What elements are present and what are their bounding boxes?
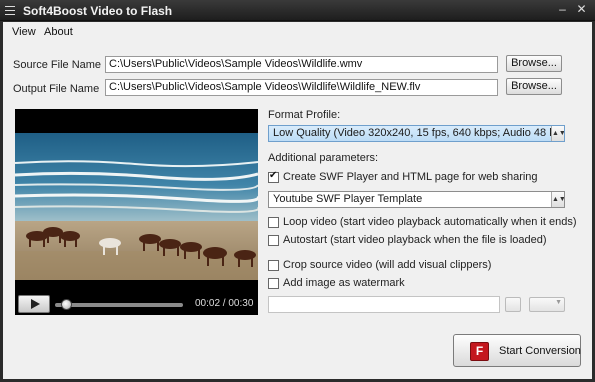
- source-file-label: Source File Name: [13, 59, 102, 71]
- output-file-field[interactable]: C:\Users\Public\Videos\Sample Videos\Wil…: [105, 79, 498, 96]
- seek-bar[interactable]: [55, 303, 183, 307]
- autostart-label: Autostart (start video playback when the…: [283, 234, 547, 246]
- watermark-label: Add image as watermark: [283, 277, 405, 289]
- chevron-down-icon: ▼: [555, 299, 562, 306]
- close-icon[interactable]: ✕: [575, 3, 588, 16]
- additional-parameters-label: Additional parameters:: [268, 152, 379, 164]
- video-player: 00:02 / 00:30: [15, 109, 258, 315]
- title-bar: Soft4Boost Video to Flash – ✕: [0, 0, 595, 21]
- seek-handle[interactable]: [60, 299, 72, 310]
- playback-time: 00:02 / 00:30: [195, 298, 254, 309]
- format-profile-label: Format Profile:: [268, 109, 341, 121]
- main-window: View About Source File Name C:\Users\Pub…: [3, 22, 592, 379]
- crop-video-label: Crop source video (will add visual clipp…: [283, 259, 492, 271]
- video-preview: [15, 133, 258, 280]
- format-profile-value: Low Quality (Video 320x240, 15 fps, 640 …: [273, 127, 565, 139]
- player-template-value: Youtube SWF Player Template: [273, 193, 423, 205]
- watermark-browse-button[interactable]: [505, 297, 521, 312]
- chevron-down-icon: ▲▼: [551, 126, 564, 141]
- source-file-field[interactable]: C:\Users\Public\Videos\Sample Videos\Wil…: [105, 56, 498, 73]
- flash-icon: F: [470, 342, 489, 361]
- chevron-down-icon: ▲▼: [551, 192, 564, 207]
- autostart-checkbox[interactable]: [268, 235, 279, 246]
- crop-video-checkbox[interactable]: [268, 260, 279, 271]
- menu-view[interactable]: View: [12, 26, 36, 38]
- output-file-label: Output File Name: [13, 83, 100, 95]
- menu-about[interactable]: About: [44, 26, 73, 38]
- menu-bar: View About: [3, 22, 592, 41]
- play-icon[interactable]: [18, 295, 50, 313]
- start-conversion-button[interactable]: F Start Conversion: [453, 334, 581, 367]
- minimize-icon[interactable]: –: [556, 3, 569, 16]
- loop-video-checkbox[interactable]: [268, 217, 279, 228]
- start-conversion-label: Start Conversion: [499, 345, 581, 357]
- format-profile-select[interactable]: Low Quality (Video 320x240, 15 fps, 640 …: [268, 125, 565, 142]
- output-browse-button[interactable]: Browse...: [506, 78, 562, 95]
- create-swf-label: Create SWF Player and HTML page for web …: [283, 171, 538, 183]
- player-controls: 00:02 / 00:30: [15, 282, 258, 315]
- source-browse-button[interactable]: Browse...: [506, 55, 562, 72]
- watermark-checkbox[interactable]: [268, 278, 279, 289]
- watermark-path-field[interactable]: [268, 296, 500, 313]
- watermark-position-select[interactable]: ▼: [529, 297, 565, 312]
- loop-video-label: Loop video (start video playback automat…: [283, 216, 577, 228]
- player-template-select[interactable]: Youtube SWF Player Template ▲▼: [268, 191, 565, 208]
- create-swf-checkbox[interactable]: [268, 170, 279, 183]
- system-menu-icon[interactable]: [5, 6, 15, 15]
- window-title: Soft4Boost Video to Flash: [23, 4, 173, 18]
